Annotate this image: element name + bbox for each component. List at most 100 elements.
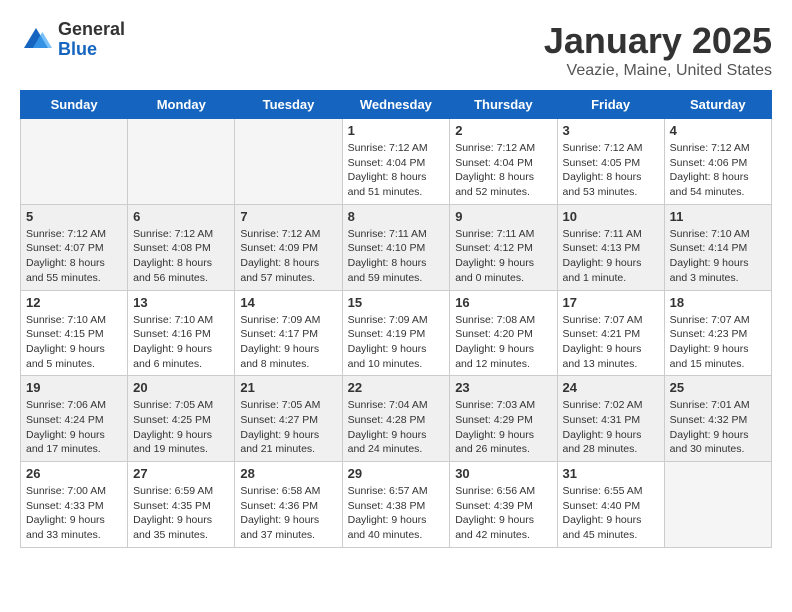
- day-info: Sunrise: 7:12 AM Sunset: 4:05 PM Dayligh…: [563, 141, 659, 200]
- day-info: Sunrise: 7:09 AM Sunset: 4:19 PM Dayligh…: [348, 313, 445, 372]
- calendar-week-3: 19 Sunrise: 7:06 AM Sunset: 4:24 PM Dayli…: [21, 376, 772, 462]
- day-number: 1: [348, 123, 445, 138]
- day-number: 23: [455, 380, 551, 395]
- day-number: 16: [455, 295, 551, 310]
- logo-icon: [20, 24, 52, 56]
- calendar-cell: 23 Sunrise: 7:03 AM Sunset: 4:29 PM Dayli…: [450, 376, 557, 462]
- calendar-week-1: 5 Sunrise: 7:12 AM Sunset: 4:07 PM Daylig…: [21, 204, 772, 290]
- day-info: Sunrise: 7:12 AM Sunset: 4:04 PM Dayligh…: [348, 141, 445, 200]
- calendar-cell: 12 Sunrise: 7:10 AM Sunset: 4:15 PM Dayli…: [21, 290, 128, 376]
- day-info: Sunrise: 7:02 AM Sunset: 4:31 PM Dayligh…: [563, 398, 659, 457]
- calendar-cell: 8 Sunrise: 7:11 AM Sunset: 4:10 PM Daylig…: [342, 204, 450, 290]
- month-title: January 2025: [544, 20, 772, 62]
- calendar-cell: 20Sunrise: 7:05 AM Sunset: 4:25 PM Dayli…: [128, 376, 235, 462]
- day-info: Sunrise: 7:06 AM Sunset: 4:24 PM Dayligh…: [26, 398, 122, 457]
- day-info: Sunrise: 7:10 AM Sunset: 4:15 PM Dayligh…: [26, 313, 122, 372]
- day-info: Sunrise: 7:11 AM Sunset: 4:10 PM Dayligh…: [348, 227, 445, 286]
- day-number: 26: [26, 466, 122, 481]
- calendar-cell: [235, 119, 342, 205]
- day-info: Sunrise: 6:58 AM Sunset: 4:36 PM Dayligh…: [240, 484, 336, 543]
- day-number: 25: [670, 380, 766, 395]
- calendar-cell: 16 Sunrise: 7:08 AM Sunset: 4:20 PM Dayli…: [450, 290, 557, 376]
- day-number: 17: [563, 295, 659, 310]
- calendar-cell: 4 Sunrise: 7:12 AM Sunset: 4:06 PM Daylig…: [664, 119, 771, 205]
- calendar-week-2: 12 Sunrise: 7:10 AM Sunset: 4:15 PM Dayli…: [21, 290, 772, 376]
- day-info: Sunrise: 7:12 AM Sunset: 4:06 PM Dayligh…: [670, 141, 766, 200]
- day-number: 3: [563, 123, 659, 138]
- calendar-cell: 28 Sunrise: 6:58 AM Sunset: 4:36 PM Dayli…: [235, 462, 342, 548]
- day-info: Sunrise: 7:12 AM Sunset: 4:04 PM Dayligh…: [455, 141, 551, 200]
- calendar-header-monday: Monday: [128, 91, 235, 119]
- day-number: 18: [670, 295, 766, 310]
- calendar-cell: 17 Sunrise: 7:07 AM Sunset: 4:21 PM Dayli…: [557, 290, 664, 376]
- calendar-cell: 10 Sunrise: 7:11 AM Sunset: 4:13 PM Dayli…: [557, 204, 664, 290]
- day-info: Sunrise: 7:11 AM Sunset: 4:12 PM Dayligh…: [455, 227, 551, 286]
- day-number: 4: [670, 123, 766, 138]
- day-info: Sunrise: 7:03 AM Sunset: 4:29 PM Dayligh…: [455, 398, 551, 457]
- calendar-cell: 29 Sunrise: 6:57 AM Sunset: 4:38 PM Dayli…: [342, 462, 450, 548]
- calendar-cell: 27 Sunrise: 6:59 AM Sunset: 4:35 PM Dayli…: [128, 462, 235, 548]
- calendar-header-tuesday: Tuesday: [235, 91, 342, 119]
- day-number: 20: [133, 380, 229, 395]
- calendar-cell: 3 Sunrise: 7:12 AM Sunset: 4:05 PM Daylig…: [557, 119, 664, 205]
- day-info: Sunrise: 6:57 AM Sunset: 4:38 PM Dayligh…: [348, 484, 445, 543]
- day-number: 30: [455, 466, 551, 481]
- logo-general: General: [58, 20, 125, 40]
- day-info: Sunrise: 6:59 AM Sunset: 4:35 PM Dayligh…: [133, 484, 229, 543]
- day-number: 28: [240, 466, 336, 481]
- calendar-header-row: SundayMondayTuesdayWednesdayThursdayFrid…: [21, 91, 772, 119]
- logo: General Blue: [20, 20, 125, 60]
- day-number: 14: [240, 295, 336, 310]
- day-info: Sunrise: 6:55 AM Sunset: 4:40 PM Dayligh…: [563, 484, 659, 543]
- calendar: SundayMondayTuesdayWednesdayThursdayFrid…: [20, 90, 772, 548]
- day-info: Sunrise: 7:12 AM Sunset: 4:09 PM Dayligh…: [240, 227, 336, 286]
- calendar-cell: 15Sunrise: 7:09 AM Sunset: 4:19 PM Dayli…: [342, 290, 450, 376]
- day-number: 27: [133, 466, 229, 481]
- day-info: Sunrise: 7:12 AM Sunset: 4:07 PM Dayligh…: [26, 227, 122, 286]
- day-number: 13: [133, 295, 229, 310]
- calendar-cell: 1 Sunrise: 7:12 AM Sunset: 4:04 PM Daylig…: [342, 119, 450, 205]
- calendar-header-wednesday: Wednesday: [342, 91, 450, 119]
- day-number: 7: [240, 209, 336, 224]
- day-number: 2: [455, 123, 551, 138]
- day-number: 10: [563, 209, 659, 224]
- calendar-cell: 19 Sunrise: 7:06 AM Sunset: 4:24 PM Dayli…: [21, 376, 128, 462]
- calendar-cell: 31Sunrise: 6:55 AM Sunset: 4:40 PM Dayli…: [557, 462, 664, 548]
- title-block: January 2025 Veazie, Maine, United State…: [544, 20, 772, 80]
- calendar-cell: [21, 119, 128, 205]
- calendar-cell: 26 Sunrise: 7:00 AM Sunset: 4:33 PM Dayli…: [21, 462, 128, 548]
- day-number: 9: [455, 209, 551, 224]
- day-info: Sunrise: 7:00 AM Sunset: 4:33 PM Dayligh…: [26, 484, 122, 543]
- day-number: 12: [26, 295, 122, 310]
- calendar-cell: 2 Sunrise: 7:12 AM Sunset: 4:04 PM Daylig…: [450, 119, 557, 205]
- calendar-header-saturday: Saturday: [664, 91, 771, 119]
- day-info: Sunrise: 7:07 AM Sunset: 4:21 PM Dayligh…: [563, 313, 659, 372]
- calendar-cell: 6Sunrise: 7:12 AM Sunset: 4:08 PM Daylig…: [128, 204, 235, 290]
- calendar-header-friday: Friday: [557, 91, 664, 119]
- day-number: 8: [348, 209, 445, 224]
- calendar-cell: 7 Sunrise: 7:12 AM Sunset: 4:09 PM Daylig…: [235, 204, 342, 290]
- calendar-cell: 5 Sunrise: 7:12 AM Sunset: 4:07 PM Daylig…: [21, 204, 128, 290]
- calendar-header-thursday: Thursday: [450, 91, 557, 119]
- calendar-week-0: 1 Sunrise: 7:12 AM Sunset: 4:04 PM Daylig…: [21, 119, 772, 205]
- day-info: Sunrise: 7:07 AM Sunset: 4:23 PM Dayligh…: [670, 313, 766, 372]
- calendar-week-4: 26 Sunrise: 7:00 AM Sunset: 4:33 PM Dayli…: [21, 462, 772, 548]
- day-info: Sunrise: 7:09 AM Sunset: 4:17 PM Dayligh…: [240, 313, 336, 372]
- calendar-header-sunday: Sunday: [21, 91, 128, 119]
- day-number: 29: [348, 466, 445, 481]
- calendar-cell: 30Sunrise: 6:56 AM Sunset: 4:39 PM Dayli…: [450, 462, 557, 548]
- day-number: 24: [563, 380, 659, 395]
- day-number: 19: [26, 380, 122, 395]
- day-info: Sunrise: 7:01 AM Sunset: 4:32 PM Dayligh…: [670, 398, 766, 457]
- day-info: Sunrise: 7:10 AM Sunset: 4:14 PM Dayligh…: [670, 227, 766, 286]
- day-info: Sunrise: 7:04 AM Sunset: 4:28 PM Dayligh…: [348, 398, 445, 457]
- calendar-cell: [128, 119, 235, 205]
- day-number: 21: [240, 380, 336, 395]
- calendar-cell: 25 Sunrise: 7:01 AM Sunset: 4:32 PM Dayli…: [664, 376, 771, 462]
- day-number: 6: [133, 209, 229, 224]
- day-info: Sunrise: 7:08 AM Sunset: 4:20 PM Dayligh…: [455, 313, 551, 372]
- day-info: Sunrise: 7:05 AM Sunset: 4:27 PM Dayligh…: [240, 398, 336, 457]
- logo-blue: Blue: [58, 40, 125, 60]
- day-number: 5: [26, 209, 122, 224]
- day-info: Sunrise: 7:11 AM Sunset: 4:13 PM Dayligh…: [563, 227, 659, 286]
